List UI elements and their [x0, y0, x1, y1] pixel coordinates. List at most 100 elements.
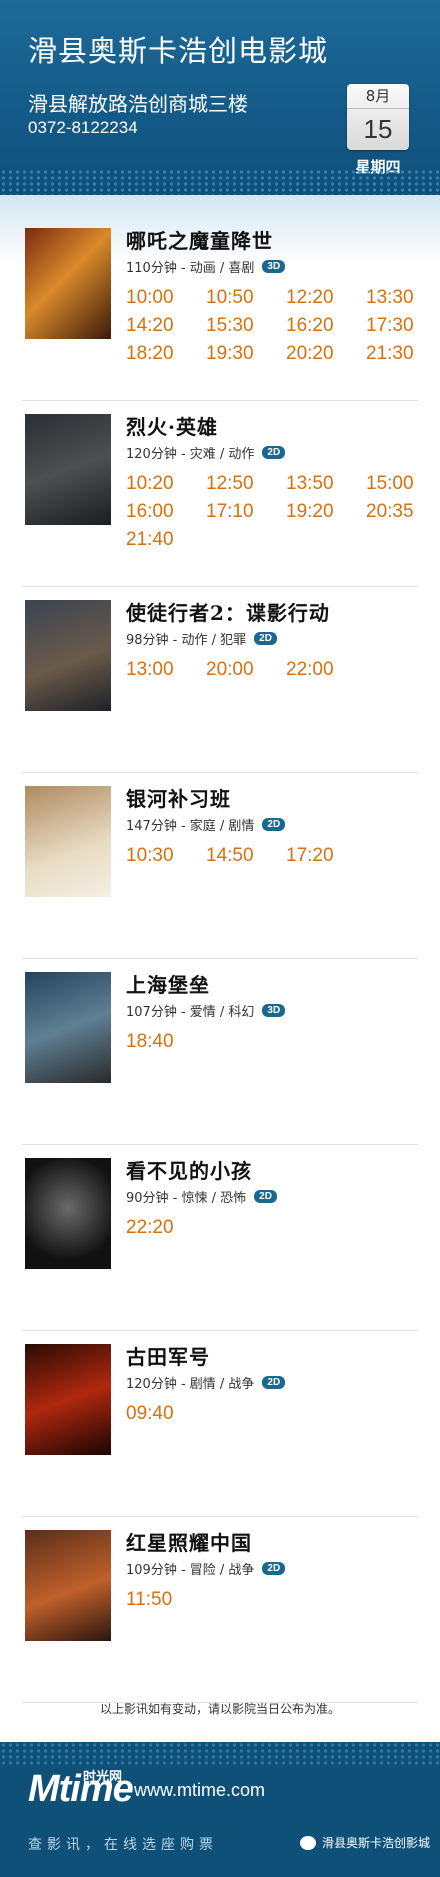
format-badge: 2D [254, 1190, 277, 1203]
movie-info: 红星照耀中国 109分钟 - 冒险 / 战争 2D 11:50 [126, 1527, 440, 1614]
showtime[interactable]: 15:00 [366, 470, 440, 498]
movie-info: 银河补习班 147分钟 - 家庭 / 剧情 2D 10:30 14:50 17:20 [126, 783, 440, 870]
cinema-name: 滑县奥斯卡浩创电影城 [28, 34, 329, 68]
movie-poster[interactable] [25, 414, 111, 525]
showtime[interactable]: 13:30 [366, 284, 440, 312]
movie-meta: 120分钟 - 灾难 / 动作 2D [126, 443, 440, 462]
showtime[interactable]: 12:50 [206, 470, 286, 498]
showtime[interactable]: 14:50 [206, 842, 286, 870]
showtime[interactable]: 19:20 [286, 498, 366, 526]
movie-meta: 147分钟 - 家庭 / 剧情 2D [126, 815, 440, 834]
movie-meta: 98分钟 - 动作 / 犯罪 2D [126, 629, 440, 648]
movie-info: 看不见的小孩 90分钟 - 惊悚 / 恐怖 2D 22:20 [126, 1155, 440, 1242]
showtime[interactable]: 13:50 [286, 470, 366, 498]
movie-poster[interactable] [25, 600, 111, 711]
wechat-account[interactable]: 滑县奥斯卡浩创影城 [300, 1834, 430, 1851]
showtime[interactable]: 19:30 [206, 340, 286, 368]
mtime-logo[interactable]: Mtime 时光网 [28, 1768, 134, 1811]
movie-item[interactable]: 使徒行者2：谍影行动 98分钟 - 动作 / 犯罪 2D 13:00 20:00 2… [22, 587, 418, 773]
cinema-phone[interactable]: 0372-8122234 [28, 118, 138, 138]
movie-item[interactable]: 哪吒之魔童降世 110分钟 - 动画 / 喜剧 3D 10:00 10:50 12:… [22, 215, 418, 401]
schedule-notice: 以上影讯如有变动，请以影院当日公布为准。 [99, 1702, 340, 1716]
movie-duration-genre: 98分钟 - 动作 / 犯罪 [126, 633, 247, 648]
movie-list: 哪吒之魔童降世 110分钟 - 动画 / 喜剧 3D 10:00 10:50 12:… [0, 215, 440, 1703]
movie-poster[interactable] [25, 786, 111, 897]
format-badge: 2D [262, 818, 286, 831]
movie-item[interactable]: 银河补习班 147分钟 - 家庭 / 剧情 2D 10:30 14:50 17:20 [22, 773, 418, 959]
showtime[interactable]: 13:00 [126, 656, 206, 684]
wechat-icon [300, 1835, 316, 1850]
showtime[interactable]: 11:50 [126, 1586, 206, 1614]
showtime[interactable]: 16:00 [126, 498, 206, 526]
movie-duration-genre: 107分钟 - 爱情 / 科幻 [126, 1005, 255, 1020]
format-badge: 2D [262, 1376, 286, 1389]
showtime[interactable]: 14:20 [126, 312, 206, 340]
showtime[interactable]: 20:00 [206, 656, 286, 684]
movie-duration-genre: 110分钟 - 动画 / 喜剧 [126, 261, 255, 276]
showtime-list: 10:20 12:50 13:50 15:00 16:00 17:10 19:20 20:35… [126, 470, 440, 554]
footer-dot-pattern [0, 1742, 440, 1766]
showtime-list: 13:00 20:00 22:00 [126, 656, 440, 684]
showtime[interactable]: 17:20 [286, 842, 366, 870]
movie-poster[interactable] [25, 228, 111, 339]
format-badge: 2D [254, 632, 277, 645]
showtime-list: 22:20 [126, 1214, 440, 1242]
movie-duration-genre: 120分钟 - 剧情 / 战争 [126, 1377, 255, 1392]
movie-title[interactable]: 使徒行者2：谍影行动 [126, 597, 440, 626]
showtime[interactable]: 22:20 [126, 1214, 206, 1242]
showtime[interactable]: 20:35 [366, 498, 440, 526]
movie-item[interactable]: 上海堡垒 107分钟 - 爱情 / 科幻 3D 18:40 [22, 959, 418, 1145]
showtime[interactable]: 21:40 [126, 526, 206, 554]
showtime[interactable]: 15:30 [206, 312, 286, 340]
format-badge: 2D [262, 446, 286, 459]
movie-item[interactable]: 红星照耀中国 109分钟 - 冒险 / 战争 2D 11:50 [22, 1517, 418, 1703]
header-dot-pattern [0, 169, 440, 195]
movie-poster[interactable] [25, 1344, 111, 1455]
movie-info: 烈火·英雄 120分钟 - 灾难 / 动作 2D 10:20 12:50 13:50… [126, 411, 440, 554]
showtime-list: 18:40 [126, 1028, 440, 1056]
showtime-list: 10:30 14:50 17:20 [126, 842, 440, 870]
movie-meta: 120分钟 - 剧情 / 战争 2D [126, 1373, 440, 1392]
movie-meta: 110分钟 - 动画 / 喜剧 3D [126, 257, 440, 276]
movie-duration-genre: 90分钟 - 惊悚 / 恐怖 [126, 1191, 247, 1206]
header: 滑县奥斯卡浩创电影城 滑县解放路浩创商城三楼 0372-8122234 8月 1… [0, 0, 440, 195]
movie-title[interactable]: 红星照耀中国 [126, 1527, 440, 1556]
movie-title[interactable]: 银河补习班 [126, 783, 440, 812]
movie-item[interactable]: 看不见的小孩 90分钟 - 惊悚 / 恐怖 2D 22:20 [22, 1145, 418, 1331]
movie-poster[interactable] [25, 1158, 111, 1269]
movie-title[interactable]: 上海堡垒 [126, 969, 440, 998]
showtime-list: 10:00 10:50 12:20 13:30 14:20 15:30 16:20 17:30… [126, 284, 440, 368]
format-badge: 2D [262, 1562, 286, 1575]
showtime[interactable]: 10:50 [206, 284, 286, 312]
movie-title[interactable]: 看不见的小孩 [126, 1155, 440, 1184]
footer: Mtime 时光网 www.mtime.com 查影讯，在线选座购票 滑县奥斯卡… [0, 1742, 440, 1877]
footer-slogan: 查影讯，在线选座购票 [28, 1837, 218, 1853]
movie-item[interactable]: 烈火·英雄 120分钟 - 灾难 / 动作 2D 10:20 12:50 13:50… [22, 401, 418, 587]
showtime[interactable]: 12:20 [286, 284, 366, 312]
movie-title[interactable]: 古田军号 [126, 1341, 440, 1370]
showtime[interactable]: 09:40 [126, 1400, 206, 1428]
mtime-url[interactable]: www.mtime.com [134, 1780, 265, 1801]
showtime[interactable]: 18:40 [126, 1028, 206, 1056]
movie-poster[interactable] [25, 1530, 111, 1641]
cinema-address: 滑县解放路浩创商城三楼 [28, 92, 248, 116]
showtime[interactable]: 22:00 [286, 656, 366, 684]
movie-title[interactable]: 哪吒之魔童降世 [126, 225, 440, 254]
showtime[interactable]: 21:30 [366, 340, 440, 368]
movie-poster[interactable] [25, 972, 111, 1083]
showtime[interactable]: 10:20 [126, 470, 206, 498]
showtime[interactable]: 10:30 [126, 842, 206, 870]
showtime[interactable]: 10:00 [126, 284, 206, 312]
movie-duration-genre: 109分钟 - 冒险 / 战争 [126, 1563, 255, 1578]
movie-meta: 90分钟 - 惊悚 / 恐怖 2D [126, 1187, 440, 1206]
format-badge: 3D [262, 1004, 286, 1017]
showtime[interactable]: 18:20 [126, 340, 206, 368]
showtime[interactable]: 17:30 [366, 312, 440, 340]
movie-item[interactable]: 古田军号 120分钟 - 剧情 / 战争 2D 09:40 [22, 1331, 418, 1517]
mtime-logo-cn: 时光网 [83, 1769, 123, 1784]
showtime[interactable]: 20:20 [286, 340, 366, 368]
movie-title[interactable]: 烈火·英雄 [126, 411, 440, 440]
showtime[interactable]: 17:10 [206, 498, 286, 526]
date-month: 8月 [347, 84, 409, 109]
showtime[interactable]: 16:20 [286, 312, 366, 340]
